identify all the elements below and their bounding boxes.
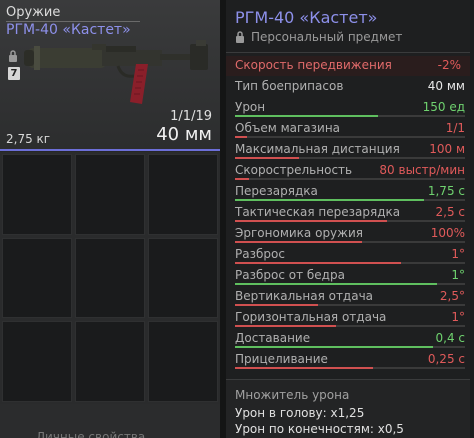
grenade-launcher-image (22, 30, 218, 120)
inventory-slot[interactable] (2, 321, 72, 402)
slot-number-badge: 7 (8, 67, 20, 80)
stat-bar-track (235, 178, 465, 180)
stat-bar-fill (235, 199, 424, 201)
stat-row: Максимальная дистанция 100 м (235, 140, 465, 160)
lock-icon (8, 47, 18, 66)
stat-bar-fill (235, 283, 438, 285)
stat-value: 0,25 с (427, 352, 465, 366)
stat-label: Прицеливание (235, 352, 328, 366)
personal-item-label: Персональный предмет (235, 30, 402, 46)
item-details-panel: РГМ-40 «Кастет» Персональный предмет Ско… (226, 0, 470, 438)
stat-label: Тактическая перезарядка (235, 205, 401, 219)
stat-row: Тактическая перезарядка 2,5 с (235, 203, 465, 223)
stat-value: 0,4 с (435, 331, 466, 345)
attachment-grid (0, 152, 220, 404)
stat-row: Доставание 0,4 с (235, 329, 465, 349)
stat-row: Объем магазина 1/1 (235, 119, 465, 139)
stat-label: Объем магазина (235, 121, 341, 135)
damage-multiplier-box: Множитель урона Урон в голову: x1,25 Уро… (226, 379, 470, 438)
stat-row: Скорострельность 80 выстр/мин (235, 161, 465, 181)
stat-value: 80 выстр/мин (379, 163, 465, 177)
stat-bar-fill (235, 262, 401, 264)
stat-bar-fill (235, 325, 337, 327)
stat-bar-fill (235, 178, 249, 180)
multiplier-title: Множитель урона (235, 388, 350, 402)
stat-row: Горизонтальная отдача 1° (235, 308, 465, 328)
stat-bar-fill (235, 136, 247, 138)
stat-label: Тип боеприпасов (235, 79, 344, 93)
divider (226, 52, 470, 53)
stat-value: 150 ед (422, 100, 465, 114)
stat-label: Урон (235, 100, 266, 114)
stat-row: Урон 150 ед (235, 98, 465, 118)
stat-bar-fill (235, 241, 362, 243)
stat-bar-fill (235, 157, 300, 159)
inventory-slot[interactable] (148, 154, 218, 235)
stat-value: 100% (430, 226, 465, 240)
item-weight: 2,75 кг (6, 132, 51, 146)
stat-row: Эргономика оружия 100% (235, 224, 465, 244)
stat-value: 1° (451, 268, 465, 282)
inventory-slot[interactable] (148, 321, 218, 402)
stat-label: Горизонтальная отдача (235, 310, 387, 324)
stat-value: 2,5° (439, 289, 465, 303)
inventory-footer-text: Личные свойства (36, 430, 146, 438)
stat-label: Максимальная дистанция (235, 142, 400, 156)
stat-bar-fill (235, 367, 373, 369)
stat-value: 40 мм (427, 79, 465, 93)
head-multiplier: Урон в голову: x1,25 (235, 406, 365, 420)
stat-bar-fill (235, 304, 318, 306)
stat-label: Эргономика оружия (235, 226, 363, 240)
inventory-slot[interactable] (2, 154, 72, 235)
stat-value: 1° (451, 310, 465, 324)
stat-row: Скорость передвижения -2% (226, 56, 470, 76)
inventory-slot[interactable] (148, 237, 218, 319)
stat-label: Скорость передвижения (235, 58, 392, 72)
stat-bar-fill (235, 220, 387, 222)
inventory-slot[interactable] (75, 321, 145, 402)
stat-bar-track (235, 136, 465, 138)
stat-label: Вертикальная отдача (235, 289, 374, 303)
weapon-item-card[interactable]: Оружие РГМ-40 «Кастет» 7 1/1/19 40 мм 2,… (0, 0, 220, 151)
limbs-multiplier: Урон по конечностям: x0,5 (235, 422, 404, 436)
stat-label: Скорострельность (235, 163, 353, 177)
stat-value: 1° (451, 247, 465, 261)
stat-label: Доставание (235, 331, 311, 345)
stat-bar-fill (235, 115, 378, 117)
stat-row: Перезарядка 1,75 с (235, 182, 465, 202)
lock-icon (235, 31, 245, 46)
stat-row: Вертикальная отдача 2,5° (235, 287, 465, 307)
inventory-slot[interactable] (75, 154, 145, 235)
stat-label: Разброс от бедра (235, 268, 345, 282)
inventory-panel: Оружие РГМ-40 «Кастет» 7 1/1/19 40 мм 2,… (0, 0, 220, 438)
ammo-count: 1/1/19 (170, 109, 212, 124)
stat-label: Перезарядка (235, 184, 318, 198)
stat-label: Разброс (235, 247, 285, 261)
stat-value: 2,5 с (435, 205, 466, 219)
inventory-slot[interactable] (2, 237, 72, 319)
stat-value: -2% (437, 58, 461, 72)
stat-row: Разброс от бедра 1° (235, 266, 465, 286)
stat-value: 100 м (429, 142, 465, 156)
details-title: РГМ-40 «Кастет» (235, 8, 378, 27)
stat-bar-fill (235, 346, 433, 348)
stat-row: Разброс 1° (235, 245, 465, 265)
stat-value: 1,75 с (427, 184, 465, 198)
inventory-slot[interactable] (75, 237, 145, 319)
item-category: Оружие (6, 5, 61, 20)
stat-row: Тип боеприпасов 40 мм (235, 77, 465, 97)
caliber-label: 40 мм (156, 124, 212, 145)
stat-value: 1/1 (445, 121, 465, 135)
stat-row: Прицеливание 0,25 с (235, 350, 465, 370)
